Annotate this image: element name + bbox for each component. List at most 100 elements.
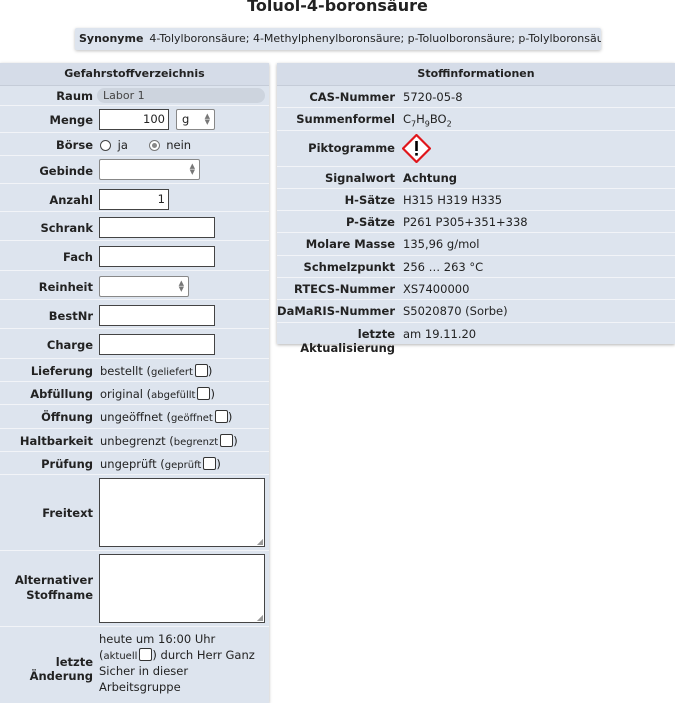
aktuell-checkbox[interactable] (139, 647, 153, 661)
gebinde-select[interactable]: ▲ ▼ (99, 159, 200, 180)
resize-grip-icon[interactable]: ◢ (257, 537, 263, 546)
pictogram-label: Piktogramme (308, 141, 395, 155)
pruefung-value: ungeprüft ( (100, 457, 165, 471)
h-saetze-label: H-Sätze (344, 193, 395, 207)
page-title: Toluol-4-boronsäure (247, 0, 428, 15)
altname-label-line2: Stoffname (26, 588, 93, 602)
lieferung-checkbox[interactable] (194, 364, 208, 377)
menge-unit-select[interactable]: g ▲ ▼ (176, 109, 215, 130)
aenderung-aktuell-label: aktuell (103, 650, 138, 662)
info-row-cas: CAS-Nummer 5720-05-8 (277, 86, 675, 108)
update-value: am 19.11.20 (403, 327, 477, 341)
abfuellung-close: ) (210, 387, 215, 401)
aenderung-line4: Arbeitsgruppe (99, 679, 181, 694)
p-saetze-value[interactable]: P261 P305+351+338 (403, 215, 528, 229)
freitext-textarea[interactable]: ◢ (99, 478, 265, 547)
damaris-label: DaMaRIS-Nummer (277, 304, 395, 318)
row-oeffnung: Öffnung ungeöffnet (geöffnet) (0, 405, 269, 429)
charge-input[interactable] (99, 334, 215, 355)
h-saetze-value[interactable]: H315 H319 H335 (403, 193, 502, 207)
oeffnung-label: Öffnung (41, 410, 93, 424)
stoffinfo-panel: Stoffinformationen CAS-Nummer 5720-05-8 … (277, 63, 675, 355)
boerse-ja-radio[interactable] (100, 140, 111, 151)
raum-label: Raum (56, 89, 93, 103)
row-aenderung: letzte Änderung heute um 16:00 Uhr (aktu… (0, 627, 269, 699)
anzahl-label: Anzahl (49, 193, 93, 207)
menge-unit-value: g (182, 112, 190, 126)
aenderung-line3: Sicher in dieser (99, 664, 189, 678)
gefahrstoff-heading: Gefahrstoffverzeichnis (0, 63, 269, 86)
row-pruefung: Prüfung ungeprüft (geprüft) (0, 452, 269, 475)
bestnr-label: BestNr (48, 309, 93, 323)
oeffnung-checkbox[interactable] (214, 410, 228, 423)
cas-label: CAS-Nummer (309, 90, 395, 104)
signalwort-label: Signalwort (324, 171, 395, 185)
pruefung-label: Prüfung (41, 457, 93, 471)
oeffnung-close: ) (227, 410, 233, 424)
formula-part: BO (429, 112, 447, 126)
p-saetze-label: P-Sätze (345, 215, 395, 229)
fach-label: Fach (63, 250, 93, 264)
formula-part: H (416, 112, 425, 126)
fach-input[interactable] (99, 246, 215, 267)
menge-label: Menge (49, 113, 93, 127)
info-row-pictogram: Piktogramme (277, 131, 675, 167)
select-arrows-icon: ▲ ▼ (204, 112, 210, 126)
charge-label: Charge (46, 338, 93, 352)
info-row-update: letzte Aktualisierung am 19.11.20 (277, 323, 675, 355)
select-arrows-icon: ▲ ▼ (178, 279, 184, 293)
lieferung-check-label: geliefert (151, 367, 193, 378)
damaris-value: S5020870 (Sorbe) (403, 304, 508, 318)
schmelzpunkt-value: 256 … 263 °C (403, 260, 484, 274)
abfuellung-checkbox[interactable] (197, 387, 211, 400)
boerse-nein-radio[interactable] (148, 140, 160, 151)
info-row-schmelz: Schmelzpunkt 256 … 263 °C (277, 256, 675, 278)
row-abfuellung: Abfüllung original (abgefüllt) (0, 382, 269, 405)
abfuellung-label: Abfüllung (30, 387, 93, 401)
row-schrank: Schrank (0, 212, 269, 241)
row-menge: Menge 100 g ▲ ▼ (0, 106, 269, 133)
formula-sub: 2 (446, 119, 452, 129)
row-gebinde: Gebinde ▲ ▼ (0, 156, 269, 184)
row-reinheit: Reinheit ▲ ▼ (0, 271, 269, 300)
oeffnung-check-label: geöffnet (170, 413, 213, 424)
row-anzahl: Anzahl 1 (0, 184, 269, 212)
row-freitext: Freitext ◢ (0, 475, 269, 551)
ghs07-exclamation-icon (402, 134, 431, 163)
synonyms-value: 4-Tolylboronsäure; 4-Methylphenylboronsä… (149, 32, 601, 45)
menge-input[interactable]: 100 (99, 109, 169, 130)
bestnr-input[interactable] (99, 305, 215, 326)
info-row-rtecs: RTECS-Nummer XS7400000 (277, 278, 675, 300)
row-raum: Raum Labor 1 (0, 86, 269, 106)
select-arrows-icon: ▲ ▼ (189, 162, 195, 176)
pruefung-checkbox[interactable] (203, 457, 217, 470)
synonyms-bar: Synonyme 4-Tolylboronsäure; 4-Methylpheny… (75, 28, 601, 50)
abfuellung-value: original ( (100, 387, 152, 401)
info-row-molar: Molare Masse 135,96 g/mol (277, 233, 675, 256)
haltbarkeit-label: Haltbarkeit (19, 434, 93, 448)
molar-value: 135,96 g/mol (403, 237, 480, 251)
reinheit-select[interactable]: ▲ ▼ (99, 276, 189, 297)
info-row-formula: Summenformel C7H9BO2 (277, 108, 675, 131)
haltbarkeit-checkbox[interactable] (220, 434, 234, 447)
schmelzpunkt-label: Schmelzpunkt (303, 260, 395, 274)
synonyms-label: Synonyme (79, 32, 144, 45)
row-fach: Fach (0, 241, 269, 271)
info-row-damaris: DaMaRIS-Nummer S5020870 (Sorbe) (277, 300, 675, 323)
rtecs-value: XS7400000 (403, 282, 470, 296)
pruefung-check-label: geprüft (164, 460, 202, 471)
oeffnung-value: ungeöffnet ( (100, 410, 171, 424)
aenderung-text: heute um 16:00 Uhr (aktuell) durch Herr … (99, 632, 264, 695)
lieferung-value: bestellt ( (100, 364, 151, 378)
signalwort-value: Achtung (403, 171, 458, 185)
anzahl-input[interactable]: 1 (99, 189, 169, 210)
cas-value: 5720-05-8 (403, 90, 463, 104)
abfuellung-check-label: abgefüllt (151, 390, 196, 401)
formula-value: C7H9BO2 (403, 112, 452, 128)
row-altname: Alternativer Stoffname ◢ (0, 551, 269, 627)
haltbarkeit-check-label: begrenzt (173, 437, 219, 448)
altname-textarea[interactable]: ◢ (99, 554, 265, 623)
formula-part: C (403, 112, 412, 126)
schrank-input[interactable] (99, 217, 215, 238)
resize-grip-icon[interactable]: ◢ (257, 613, 263, 622)
